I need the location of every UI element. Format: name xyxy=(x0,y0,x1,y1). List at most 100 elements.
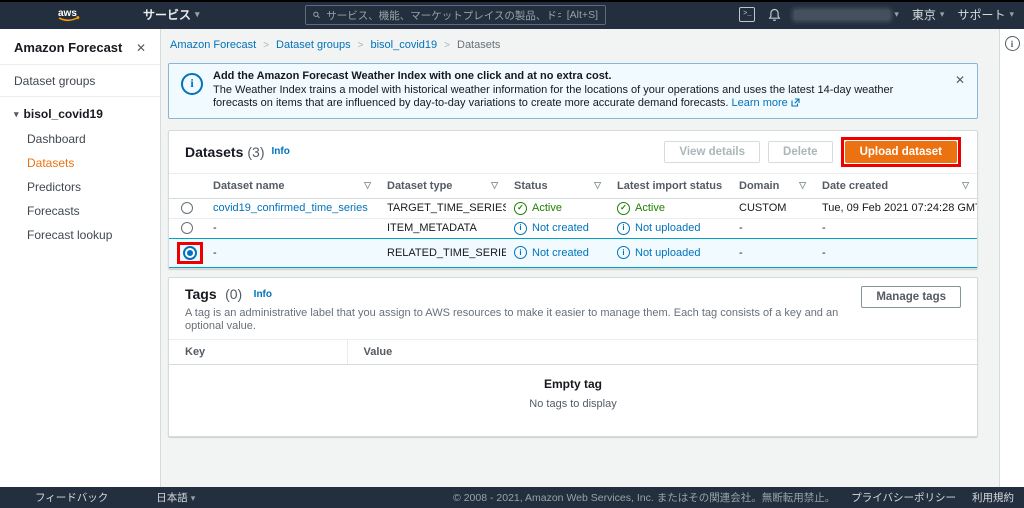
filter-icon[interactable]: ▽ xyxy=(799,180,806,191)
datasets-info-link[interactable]: Info xyxy=(272,146,290,157)
manage-tags-button[interactable]: Manage tags xyxy=(861,286,961,308)
sidebar-group-label: bisol_covid19 xyxy=(24,107,103,121)
tags-count: (0) xyxy=(225,286,242,302)
search-placeholder: サービス、機能、マーケットプレイスの製品、ドキュメントを検索し xyxy=(326,8,561,23)
import-status-not-uploaded: iNot uploaded xyxy=(617,246,723,259)
column-date-created: Date created▽ xyxy=(814,173,977,198)
dataset-type-cell: TARGET_TIME_SERIES xyxy=(379,198,506,218)
info-panel-icon[interactable]: i xyxy=(1005,36,1020,51)
delete-button[interactable]: Delete xyxy=(768,141,833,163)
row-radio-unselected[interactable] xyxy=(181,202,193,214)
import-status-not-uploaded: iNot uploaded xyxy=(617,222,723,235)
filter-icon[interactable]: ▽ xyxy=(491,180,498,191)
sidebar-title: Amazon Forecast xyxy=(14,40,122,55)
tags-heading-block: Tags (0) Info A tag is an administrative… xyxy=(185,286,861,333)
table-row-item-metadata: - ITEM_METADATA iNot created iNot upload… xyxy=(169,218,977,238)
support-menu[interactable]: サポート ▾ xyxy=(957,6,1014,23)
search-icon xyxy=(313,10,320,20)
chevron-down-icon: ▾ xyxy=(14,110,19,119)
help-panel-strip: i xyxy=(999,29,1024,487)
sidebar-item-dashboard[interactable]: Dashboard xyxy=(0,127,160,151)
search-shortcut-hint: [Alt+S] xyxy=(567,9,598,21)
dataset-type-cell: RELATED_TIME_SERIES xyxy=(379,238,506,267)
date-created-cell: Tue, 09 Feb 2021 07:24:28 GMT xyxy=(814,198,977,218)
banner-text: Add the Amazon Forecast Weather Index wi… xyxy=(213,70,941,111)
breadcrumb-current-datasets: Datasets xyxy=(457,39,500,51)
tags-empty-state: Empty tag No tags to display xyxy=(169,365,977,436)
chevron-down-icon: ▾ xyxy=(1009,10,1014,19)
filter-icon[interactable]: ▽ xyxy=(364,180,371,191)
dataset-name-link[interactable]: covid19_confirmed_time_series xyxy=(213,202,368,214)
filter-icon[interactable]: ▽ xyxy=(962,180,969,191)
feedback-link[interactable]: フィードバック xyxy=(35,490,108,505)
info-circle-icon: i xyxy=(514,222,527,235)
status-not-created: iNot created xyxy=(514,222,601,235)
info-icon: i xyxy=(181,73,203,95)
tags-table: Key Value xyxy=(169,339,977,365)
chevron-down-icon: ▾ xyxy=(195,10,200,19)
sidebar-header: Amazon Forecast ✕ xyxy=(0,29,160,65)
column-label: Latest import status xyxy=(617,180,722,192)
sidebar: Amazon Forecast ✕ Dataset groups ▾ bisol… xyxy=(0,29,161,487)
breadcrumb-amazon-forecast[interactable]: Amazon Forecast xyxy=(170,39,256,51)
support-label: サポート xyxy=(957,6,1005,23)
column-status: Status▽ xyxy=(506,173,609,198)
annotation-radio-highlight xyxy=(177,242,203,264)
datasets-title: Datasets xyxy=(185,144,243,160)
account-menu[interactable]: ▾ xyxy=(794,10,899,20)
breadcrumb-separator: > xyxy=(444,40,450,51)
annotation-upload-dataset-highlight: Upload dataset xyxy=(841,137,961,167)
account-name-redacted xyxy=(794,10,890,20)
cloudshell-icon[interactable]: >_ xyxy=(739,7,755,22)
tags-card-header: Tags (0) Info A tag is an administrative… xyxy=(169,278,977,339)
table-row-target-time-series: covid19_confirmed_time_series TARGET_TIM… xyxy=(169,198,977,218)
sidebar-item-forecast-lookup[interactable]: Forecast lookup xyxy=(0,223,160,247)
svg-text:aws: aws xyxy=(58,8,77,19)
date-created-cell: - xyxy=(814,218,977,238)
sidebar-item-forecasts[interactable]: Forecasts xyxy=(0,199,160,223)
sidebar-group-bisol-covid19[interactable]: ▾ bisol_covid19 xyxy=(0,97,160,123)
datasets-card-header: Datasets (3) Info View details Delete Up… xyxy=(169,131,977,173)
breadcrumb-bisol-covid19[interactable]: bisol_covid19 xyxy=(371,39,438,51)
empty-state-subtitle: No tags to display xyxy=(169,398,977,410)
upload-dataset-button[interactable]: Upload dataset xyxy=(845,141,957,163)
dataset-type-cell: ITEM_METADATA xyxy=(379,218,506,238)
tags-table-header-row: Key Value xyxy=(169,339,977,364)
aws-console-screen: aws サービス ▾ サービス、機能、マーケットプレイスの製品、ドキュメントを検… xyxy=(0,0,1024,508)
status-label: Active xyxy=(532,202,562,214)
import-status-active: ✓Active xyxy=(617,202,723,215)
main-content: Amazon Forecast > Dataset groups > bisol… xyxy=(160,29,1000,487)
aws-logo-icon[interactable]: aws xyxy=(55,5,85,24)
global-search-input[interactable]: サービス、機能、マーケットプレイスの製品、ドキュメントを検索し [Alt+S] xyxy=(305,5,606,25)
status-not-created: iNot created xyxy=(514,246,601,259)
empty-state-title: Empty tag xyxy=(169,377,977,391)
sidebar-item-datasets[interactable]: Datasets xyxy=(0,151,160,175)
breadcrumb-dataset-groups[interactable]: Dataset groups xyxy=(276,39,351,51)
status-label: Active xyxy=(635,202,665,214)
info-circle-icon: i xyxy=(514,246,527,259)
sidebar-item-predictors[interactable]: Predictors xyxy=(0,175,160,199)
region-menu[interactable]: 東京 ▾ xyxy=(912,6,945,23)
sidebar-item-dataset-groups[interactable]: Dataset groups xyxy=(0,65,160,97)
row-radio-unselected[interactable] xyxy=(181,222,193,234)
chevron-down-icon: ▾ xyxy=(894,10,899,19)
external-link-icon xyxy=(791,98,800,107)
language-selector[interactable]: 日本語 ▾ xyxy=(156,490,195,505)
tags-info-link[interactable]: Info xyxy=(254,289,272,300)
view-details-button[interactable]: View details xyxy=(664,141,760,163)
services-menu[interactable]: サービス ▾ xyxy=(143,6,200,23)
datasets-actions: View details Delete Upload dataset xyxy=(664,137,961,167)
breadcrumb-separator: > xyxy=(358,40,364,51)
language-label: 日本語 xyxy=(156,492,188,504)
notifications-bell-icon[interactable] xyxy=(768,8,781,22)
filter-icon[interactable]: ▽ xyxy=(594,180,601,191)
learn-more-link[interactable]: Learn more xyxy=(732,97,800,109)
banner-close-icon[interactable]: ✕ xyxy=(955,74,965,111)
status-active: ✓Active xyxy=(514,202,601,215)
privacy-policy-link[interactable]: プライバシーポリシー xyxy=(851,490,956,505)
sidebar-close-icon[interactable]: ✕ xyxy=(136,42,146,54)
terms-of-use-link[interactable]: 利用規約 xyxy=(972,490,1014,505)
learn-more-label: Learn more xyxy=(732,97,788,109)
row-radio-selected[interactable] xyxy=(183,246,197,260)
column-value: Value xyxy=(347,339,977,364)
